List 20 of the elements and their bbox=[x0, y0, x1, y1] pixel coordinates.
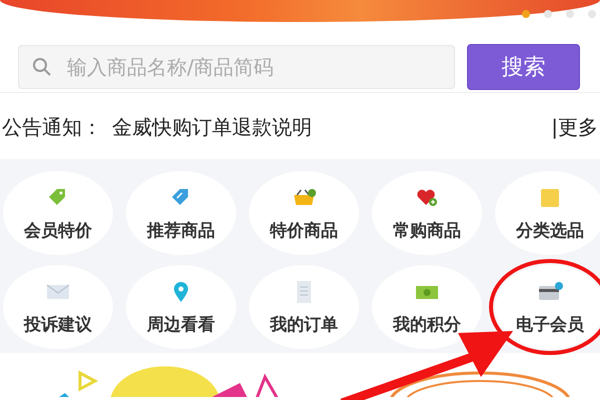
menu-item[interactable]: 我的积分 bbox=[372, 265, 482, 349]
menu-item[interactable]: 会员特价 bbox=[3, 171, 113, 255]
carousel-dot[interactable] bbox=[544, 10, 552, 18]
notice-label: 公告通知： bbox=[2, 114, 102, 140]
more-link[interactable]: |更多 bbox=[551, 114, 598, 140]
menu-item[interactable]: 投诉建议 bbox=[3, 265, 113, 349]
menu-item[interactable]: 常购商品 bbox=[372, 171, 482, 255]
search-field[interactable]: 输入商品名称/商品简码 bbox=[18, 45, 455, 89]
search-button[interactable]: 搜索 bbox=[467, 44, 580, 90]
search-icon bbox=[32, 57, 52, 77]
menu-item[interactable]: 周边看看 bbox=[126, 265, 236, 349]
menu-item[interactable]: 电子会员 bbox=[495, 265, 600, 349]
carousel-dot[interactable] bbox=[566, 10, 574, 18]
menu-item[interactable]: 推荐商品 bbox=[126, 171, 236, 255]
carousel-dot[interactable] bbox=[588, 10, 596, 18]
menu-item[interactable]: 我的订单 bbox=[249, 265, 359, 349]
notice-link[interactable]: 金威快购订单退款说明 bbox=[112, 114, 552, 140]
menu-item[interactable]: 分类选品 bbox=[495, 171, 600, 255]
carousel-dot[interactable] bbox=[522, 10, 530, 18]
menu-item[interactable]: 特价商品 bbox=[249, 171, 359, 255]
